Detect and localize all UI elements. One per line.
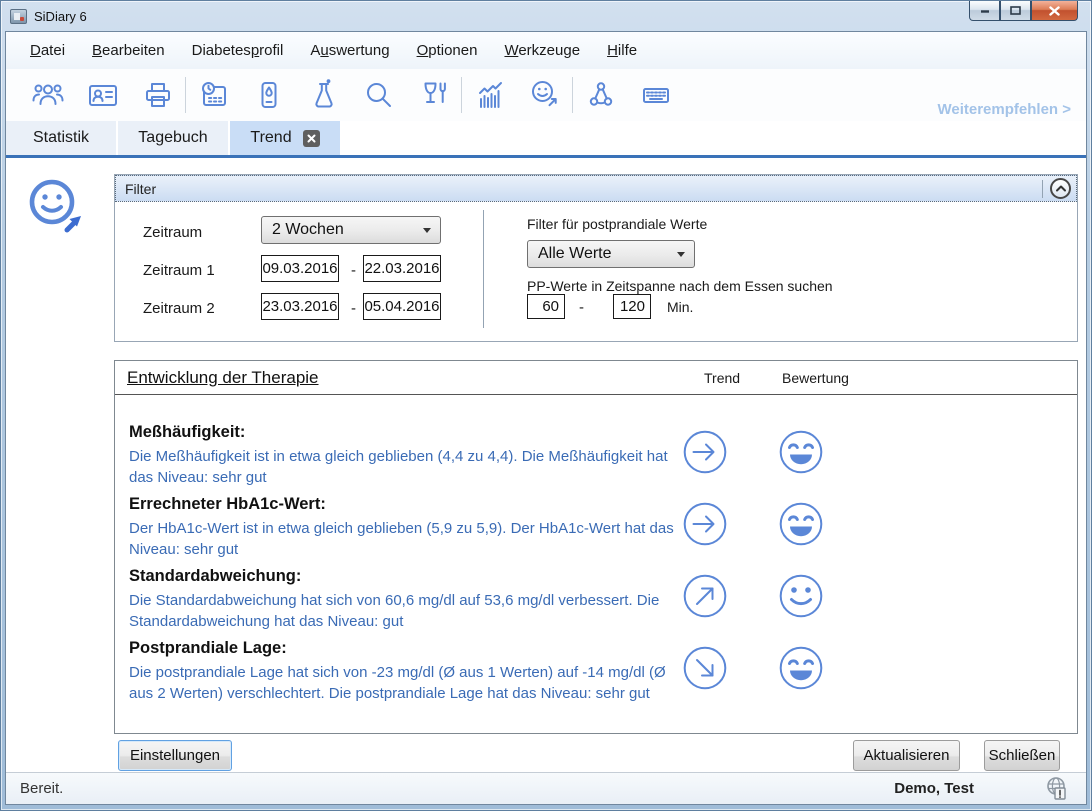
close-button[interactable]	[1031, 1, 1078, 21]
menu-item-diabetesprofil[interactable]: Diabetesprofil	[192, 42, 284, 59]
food-drink-icon[interactable]	[406, 79, 461, 111]
therapy-row-messhaeufigkeit: Meßhäufigkeit: Die Meßhäufigkeit ist in …	[115, 423, 1077, 495]
client-area: Datei Bearbeiten Diabetesprofil Auswertu…	[5, 31, 1087, 805]
zeitraum1-from-input[interactable]	[261, 255, 339, 282]
rating-column-header: Bewertung	[782, 370, 849, 386]
users-icon[interactable]	[20, 79, 75, 111]
therapy-rows: Meßhäufigkeit: Die Meßhäufigkeit ist in …	[115, 395, 1077, 719]
filter-divider	[483, 210, 484, 328]
tab-close-button[interactable]	[303, 130, 320, 147]
therapy-header: Entwicklung der Therapie Trend Bewertung	[115, 361, 1077, 395]
tab-trend[interactable]: Trend	[230, 121, 340, 155]
statusbar: Bereit. Demo, Test	[6, 772, 1086, 804]
tab-tagebuch[interactable]: Tagebuch	[118, 121, 228, 155]
trend-right-icon	[681, 500, 729, 553]
therapy-panel: Entwicklung der Therapie Trend Bewertung…	[114, 360, 1078, 734]
trend-right-icon	[681, 428, 729, 481]
rating-smile-icon	[777, 572, 825, 625]
pp-search-label: PP-Werte in Zeitspanne nach dem Essen su…	[527, 278, 833, 294]
pp-filter-select[interactable]: Alle Werte	[527, 240, 695, 268]
tabbar: Statistik Tagebuch Trend	[6, 121, 1086, 158]
pp-min-input[interactable]	[527, 294, 565, 319]
trend-up-right-icon	[681, 572, 729, 625]
filter-header[interactable]: Filter	[115, 175, 1077, 202]
trend-down-right-icon	[681, 644, 729, 697]
keyboard-icon[interactable]	[628, 79, 683, 111]
glucose-meter-icon[interactable]	[241, 79, 296, 111]
status-text: Bereit.	[20, 780, 63, 797]
minimize-icon	[980, 8, 990, 14]
chevron-down-icon	[677, 252, 685, 257]
tab-statistik[interactable]: Statistik	[6, 121, 116, 155]
menu-item-hilfe[interactable]: Hilfe	[607, 42, 637, 59]
therapy-row-postprandiale-lage: Postprandiale Lage: Die postprandiale La…	[115, 639, 1077, 719]
rating-laugh-icon	[777, 428, 825, 481]
tab-close-icon	[307, 134, 316, 143]
recommend-link[interactable]: Weiterempfehlen >	[937, 101, 1071, 118]
chevron-up-icon	[1055, 184, 1067, 193]
menu-item-optionen[interactable]: Optionen	[417, 42, 478, 59]
statistics-icon[interactable]	[462, 79, 517, 111]
maximize-button[interactable]	[1000, 1, 1031, 21]
zeitraum-select[interactable]: 2 Wochen	[261, 216, 441, 244]
collapse-button[interactable]	[1050, 178, 1071, 199]
pp-max-input[interactable]	[613, 294, 651, 319]
filter-panel: Filter Zeitraum 2 Wochen Zeitraum 1 -	[114, 174, 1078, 342]
contact-card-icon[interactable]	[75, 79, 130, 111]
titlebar: SiDiary 6	[1, 1, 1091, 31]
zeitraum1-to-input[interactable]	[363, 255, 441, 282]
rating-laugh-icon	[777, 644, 825, 697]
current-user-label: Demo, Test	[894, 780, 974, 797]
filter-header-separator	[1042, 180, 1043, 198]
zeitraum-label: Zeitraum	[143, 224, 202, 241]
zeitraum2-from-input[interactable]	[261, 293, 339, 320]
close-icon	[1049, 6, 1060, 16]
menu-item-datei[interactable]: Datei	[30, 42, 65, 59]
close-tab-button[interactable]: Schließen	[984, 740, 1060, 771]
maximize-icon	[1010, 6, 1021, 15]
chevron-down-icon	[423, 228, 431, 233]
app-icon	[10, 9, 27, 24]
filter-title: Filter	[125, 181, 156, 197]
calendar-clock-icon[interactable]	[186, 79, 241, 111]
share-icon[interactable]	[573, 79, 628, 111]
app-window: SiDiary 6 Datei Bearbeiten Diabetesprofi…	[0, 0, 1092, 811]
trend-smiley-icon[interactable]	[517, 79, 572, 111]
offline-globe-icon	[1044, 776, 1072, 807]
window-controls	[969, 1, 1078, 21]
pp-unit-label: Min.	[667, 299, 693, 315]
search-icon[interactable]	[351, 79, 406, 111]
zeitraum1-label: Zeitraum 1	[143, 262, 215, 279]
therapy-title: Entwicklung der Therapie	[127, 368, 319, 388]
window-title: SiDiary 6	[34, 9, 87, 24]
trend-page-icon	[24, 176, 90, 245]
settings-button[interactable]: Einstellungen	[118, 740, 232, 771]
toolbar: Weiterempfehlen >	[6, 69, 1086, 121]
menu-item-werkzeuge[interactable]: Werkzeuge	[504, 42, 580, 59]
therapy-row-hba1c: Errechneter HbA1c-Wert: Der HbA1c-Wert i…	[115, 495, 1077, 567]
lab-flask-icon[interactable]	[296, 79, 351, 111]
content-area: Filter Zeitraum 2 Wochen Zeitraum 1 -	[6, 158, 1086, 772]
menu-item-bearbeiten[interactable]: Bearbeiten	[92, 42, 165, 59]
refresh-button[interactable]: Aktualisieren	[853, 740, 960, 771]
minimize-button[interactable]	[969, 1, 1000, 21]
menu-item-auswertung[interactable]: Auswertung	[310, 42, 389, 59]
rating-laugh-icon	[777, 500, 825, 553]
therapy-row-standardabweichung: Standardabweichung: Die Standardabweichu…	[115, 567, 1077, 639]
pp-filter-label: Filter für postprandiale Werte	[527, 216, 707, 232]
menubar: Datei Bearbeiten Diabetesprofil Auswertu…	[6, 32, 1086, 69]
filter-body: Zeitraum 2 Wochen Zeitraum 1 - Zeitraum …	[115, 202, 1077, 340]
trend-column-header: Trend	[704, 370, 740, 386]
zeitraum2-label: Zeitraum 2	[143, 300, 215, 317]
zeitraum2-to-input[interactable]	[363, 293, 441, 320]
printer-icon[interactable]	[130, 79, 185, 111]
